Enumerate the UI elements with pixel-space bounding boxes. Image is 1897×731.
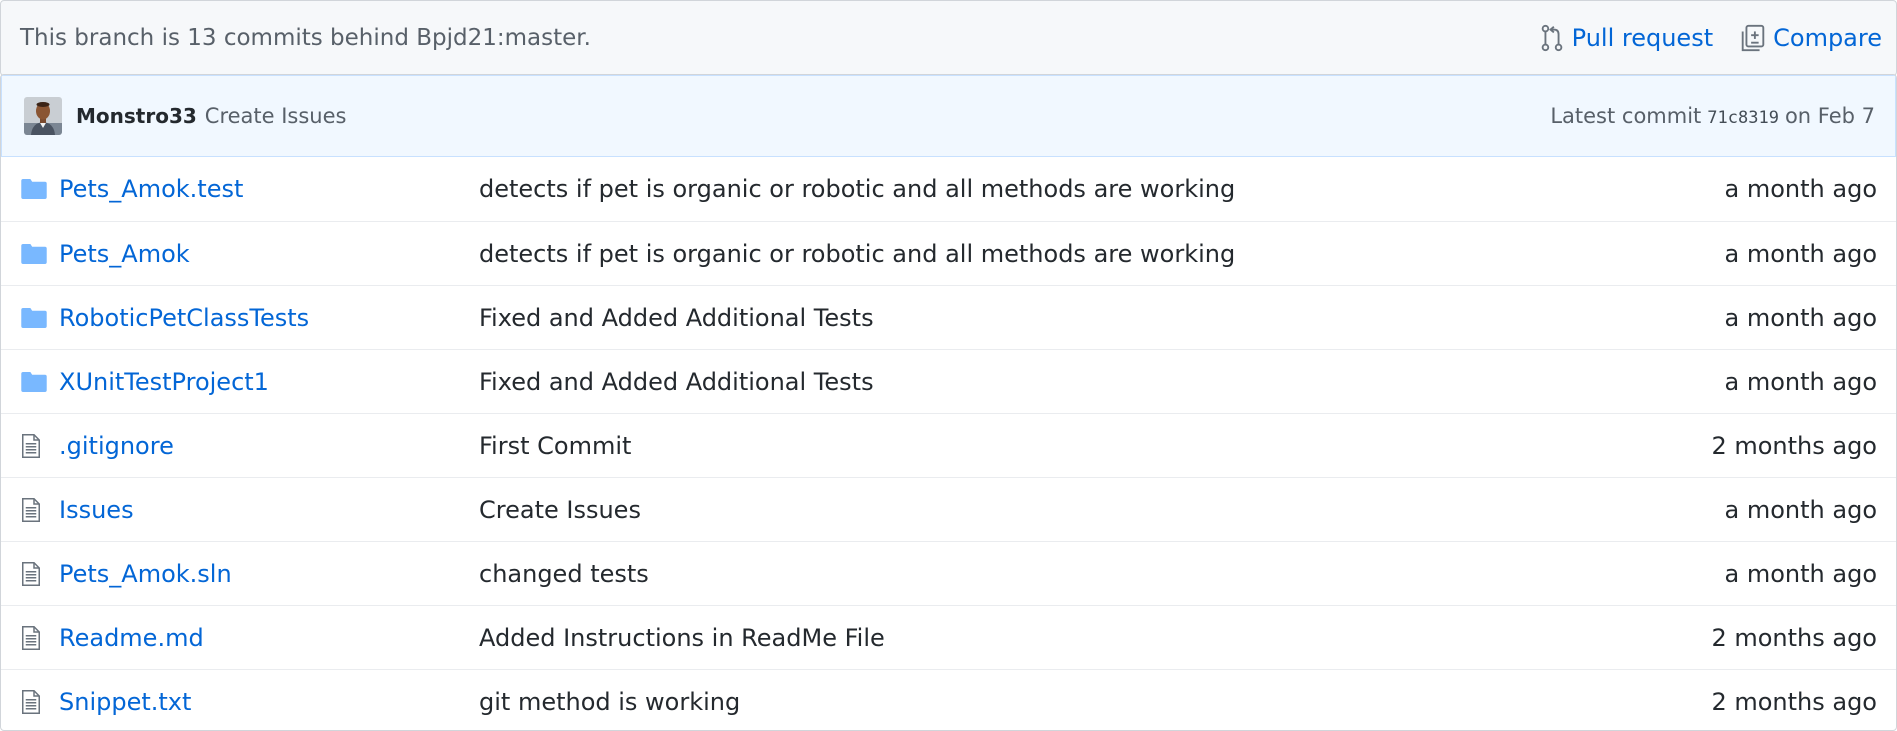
branch-status-bar: This branch is 13 commits behind Bpjd21:… [0,0,1897,76]
file-age: a month ago [1724,175,1877,203]
branch-status-text: This branch is 13 commits behind Bpjd21:… [20,25,591,51]
table-row: Pets_Amok detects if pet is organic or r… [1,221,1896,285]
file-icon [21,497,59,522]
file-rows: Pets_Amok.test detects if pet is organic… [1,157,1896,730]
file-commit-message-link[interactable]: detects if pet is organic or robotic and… [479,175,1577,203]
file-age: a month ago [1724,495,1877,524]
compare-link[interactable]: Compare [1739,23,1882,53]
file-age: 2 months ago [1711,623,1877,652]
file-commit-message-link[interactable]: Added Instructions in ReadMe File [479,624,1577,652]
table-row: Issues Create Issues a month ago [1,477,1896,541]
latest-commit-bar: Monstro33 Create Issues Latest commit 71c… [1,75,1896,157]
commit-sha-link[interactable]: 71c8319 [1707,108,1779,128]
compare-icon [1741,24,1765,52]
file-age: a month ago [1724,303,1877,332]
file-age: 2 months ago [1711,687,1877,716]
table-row: Pets_Amok.test detects if pet is organic… [1,157,1896,221]
file-commit-message-link[interactable]: First Commit [479,432,1577,460]
pull-request-link[interactable]: Pull request [1538,23,1713,53]
table-row: .gitignore First Commit 2 months ago [1,413,1896,477]
file-commit-message-link[interactable]: Create Issues [479,496,1577,524]
folder-icon [21,307,59,328]
file-name-link[interactable]: Pets_Amok.sln [59,560,479,588]
file-name-link[interactable]: .gitignore [59,432,479,460]
file-name-link[interactable]: XUnitTestProject1 [59,368,479,396]
commit-message-link[interactable]: Create Issues [205,104,347,128]
file-commit-message-link[interactable]: Fixed and Added Additional Tests [479,368,1577,396]
commit-author-link[interactable]: Monstro33 [76,104,197,128]
file-commit-message-link[interactable]: Fixed and Added Additional Tests [479,304,1577,332]
file-icon [21,561,59,586]
file-commit-message-link[interactable]: git method is working [479,688,1577,716]
file-age: a month ago [1724,367,1877,396]
file-icon [21,433,59,458]
table-row: XUnitTestProject1 Fixed and Added Additi… [1,349,1896,413]
file-icon [21,625,59,650]
file-name-link[interactable]: Pets_Amok [59,240,479,268]
file-age: a month ago [1724,559,1877,588]
commit-date: on Feb 7 [1784,104,1875,128]
avatar[interactable] [24,97,62,135]
folder-icon [21,243,59,264]
file-listing: Monstro33 Create Issues Latest commit 71c… [0,74,1897,731]
file-commit-message-link[interactable]: detects if pet is organic or robotic and… [479,240,1577,268]
commit-summary: Monstro33 Create Issues [24,97,346,135]
file-name-link[interactable]: Issues [59,496,479,524]
folder-icon [21,371,59,392]
table-row: Pets_Amok.sln changed tests a month ago [1,541,1896,605]
table-row: Snippet.txt git method is working 2 mont… [1,669,1896,730]
file-name-link[interactable]: Pets_Amok.test [59,175,479,203]
file-name-link[interactable]: Readme.md [59,624,479,652]
branch-actions: Pull request Compare [1538,23,1882,53]
latest-commit-prefix: Latest commit [1550,104,1702,128]
file-name-link[interactable]: Snippet.txt [59,688,479,716]
file-icon [21,689,59,714]
folder-icon [21,179,59,199]
commit-meta: Latest commit 71c8319 on Feb 7 [1550,104,1875,128]
file-name-link[interactable]: RoboticPetClassTests [59,304,479,332]
file-commit-message-link[interactable]: changed tests [479,560,1577,588]
pull-request-icon [1541,24,1562,52]
pull-request-label: Pull request [1571,24,1714,52]
compare-label: Compare [1773,24,1882,52]
table-row: RoboticPetClassTests Fixed and Added Add… [1,285,1896,349]
file-age: 2 months ago [1711,431,1877,460]
file-age: a month ago [1724,239,1877,268]
table-row: Readme.md Added Instructions in ReadMe F… [1,605,1896,669]
